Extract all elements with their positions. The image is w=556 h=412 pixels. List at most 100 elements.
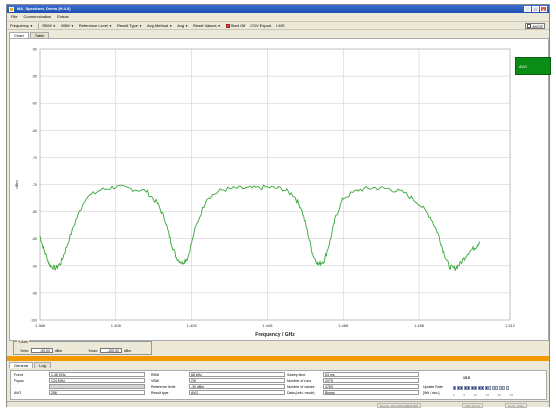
menu-communication[interactable]: Communication <box>23 13 51 20</box>
reference-level-info-value: -30 dBm <box>189 384 285 389</box>
window-title: MA_Spectrum_Demo (H.4.0) <box>17 6 71 11</box>
stop-icon <box>225 23 230 28</box>
vbw-info-label: VBW <box>151 379 159 383</box>
update-rate-label: Update Rate <box>423 385 443 389</box>
chart-panel: 1.388 1.408 1.428 1.448 1.468 1.488 1.512 -50 -5… <box>9 38 551 342</box>
x-tick-label: 1.428 <box>187 323 198 328</box>
ymin-label: Ymin: <box>20 348 29 353</box>
update-rate-bar <box>453 386 509 390</box>
vbw-label: VBW <box>60 23 70 28</box>
avce-button[interactable]: AVCE <box>525 23 545 29</box>
y-tick-label: -80 <box>32 210 37 214</box>
lms-button[interactable]: LMS <box>276 23 284 28</box>
sweep-time-label: Sweep time <box>287 373 306 377</box>
avg-count-label: AVG <box>14 391 22 395</box>
toolbar: Frequency ▼ RBW ▼ VBW ▼ Reference Level ▼ Re… <box>7 21 549 30</box>
chevron-down-icon: ▼ <box>29 23 33 28</box>
status-device: Device: MA-3000-SBFR-009 <box>377 402 422 408</box>
ymin-input[interactable]: -90,00 <box>30 348 53 353</box>
fspan-value: 124 MHz <box>49 378 145 383</box>
tab-log[interactable]: Log <box>34 362 51 368</box>
empty-value <box>49 384 145 389</box>
close-button[interactable]: x <box>540 6 547 12</box>
reference-level-dropdown[interactable]: Reference Level ▼ <box>79 23 112 28</box>
status-bar: Device: MA-3000-SBFR-009 FW: 31.0.0 Conn… <box>7 401 549 408</box>
x-tick-label: 1.408 <box>111 323 122 328</box>
chevron-down-icon: ▼ <box>52 23 56 28</box>
status-firmware: FW: 31.0.0 <box>462 402 483 408</box>
avg-dropdown[interactable]: Avg ▼ <box>177 23 188 28</box>
update-rate-unit: [Wh / sec.] <box>423 391 440 395</box>
menu-extras[interactable]: Extras <box>57 13 68 20</box>
app-icon <box>9 6 14 12</box>
y-tick-label: -60 <box>32 102 37 106</box>
rbw-info-value: 68 kHz <box>189 372 285 377</box>
maximize-button[interactable]: □ <box>532 6 539 12</box>
device-icon <box>527 24 532 28</box>
ymin-unit: dBm <box>54 348 63 353</box>
scale-tick: 0 <box>453 393 455 397</box>
chevron-down-icon: ▼ <box>70 23 74 28</box>
x-axis-label: Frequency / GHz <box>255 332 295 338</box>
menu-file[interactable]: File <box>11 13 17 20</box>
start-off-label: Start Off <box>230 23 246 28</box>
chevron-down-icon: ▼ <box>169 23 173 28</box>
avg-method-dropdown[interactable]: Avg Method ▼ <box>147 23 172 28</box>
number-of-values-value: 4763 <box>323 384 419 389</box>
fcent-value: 1.45 GHz <box>49 372 145 377</box>
reference-level-label: Reference Level <box>78 23 108 28</box>
toolbar-divider <box>37 22 39 29</box>
reset-values-dropdown[interactable]: Reset Values ▼ <box>193 23 220 28</box>
reset-values-label: Reset Values <box>193 23 217 28</box>
ymax-input[interactable]: -100,00 <box>99 348 122 353</box>
x-tick-label: 1.512 <box>505 323 516 328</box>
x-tick-label: 1.468 <box>338 323 349 328</box>
x-tick-label: 1.488 <box>414 323 425 328</box>
chevron-down-icon: ▼ <box>139 23 142 28</box>
scale-tick: 25 <box>509 393 513 397</box>
spectrum-chart[interactable]: 1.388 1.408 1.428 1.448 1.468 1.488 1.512 -50 -5… <box>10 39 550 342</box>
scale-tick: 5 <box>463 393 465 397</box>
result-type-info-label: Result type <box>151 391 169 395</box>
csv-export-button[interactable]: CSV Export <box>250 23 271 28</box>
y-tick-label: -75 <box>32 183 37 187</box>
avg-badge: AVG <box>515 57 551 75</box>
result-type-label: Result Type <box>116 23 139 28</box>
avg-method-label: Avg Method <box>147 23 169 28</box>
avce-label: AVCE <box>532 23 543 29</box>
data-mode-value: Binary <box>323 390 419 395</box>
y-axis-label: dBm <box>14 180 19 189</box>
update-rate-scale: 0 5 10 15 20 25 <box>453 393 513 397</box>
x-tick-label: 1.448 <box>262 323 273 328</box>
y-tick-label: -100 <box>30 319 37 323</box>
minimize-button[interactable]: _ <box>524 6 531 12</box>
result-type-dropdown[interactable]: Result Type ▼ <box>117 23 142 28</box>
rbw-label: RBW <box>42 23 52 28</box>
vbw-dropdown[interactable]: VBW ▼ <box>61 23 74 28</box>
app-window: MA_Spectrum_Demo (H.4.0) _ □ x File Comm… <box>6 4 551 408</box>
sweep-time-value: 63 ms <box>323 372 419 377</box>
update-rate-segment <box>505 386 509 390</box>
rbw-dropdown[interactable]: RBW ▼ <box>42 23 55 28</box>
number-of-runs-label: Number of runs <box>287 379 312 383</box>
rbw-info-label: RBW <box>151 373 160 377</box>
yaxis-settings-title: Y-Axis <box>17 340 29 344</box>
tab-general[interactable]: General <box>9 362 34 368</box>
frequency-dropdown[interactable]: Frequency ▼ <box>10 23 33 28</box>
number-of-values-label: Number of values <box>287 385 315 389</box>
scale-tick: 10 <box>473 393 477 397</box>
frequency-label: Frequency <box>10 23 29 28</box>
info-grid: Fcent 1.45 GHz Fspan 124 MHz AVG 256 RBW… <box>10 370 547 400</box>
y-tick-label: -50 <box>32 48 37 52</box>
ymax-unit: dBm <box>123 348 132 353</box>
status-state: Conn: | Rdy <box>505 402 527 408</box>
fcent-label: Fcent <box>14 373 23 377</box>
update-rate-value: 15.5 <box>463 376 470 380</box>
chevron-down-icon: ▼ <box>108 23 112 28</box>
avg-label: Avg <box>177 23 185 28</box>
start-off-button[interactable]: Start Off <box>225 23 246 28</box>
scale-tick: 15 <box>485 393 489 397</box>
csv-export-label: CSV Export <box>250 23 272 28</box>
y-tick-label: -55 <box>32 75 37 79</box>
info-tabs: General Log <box>9 362 52 368</box>
